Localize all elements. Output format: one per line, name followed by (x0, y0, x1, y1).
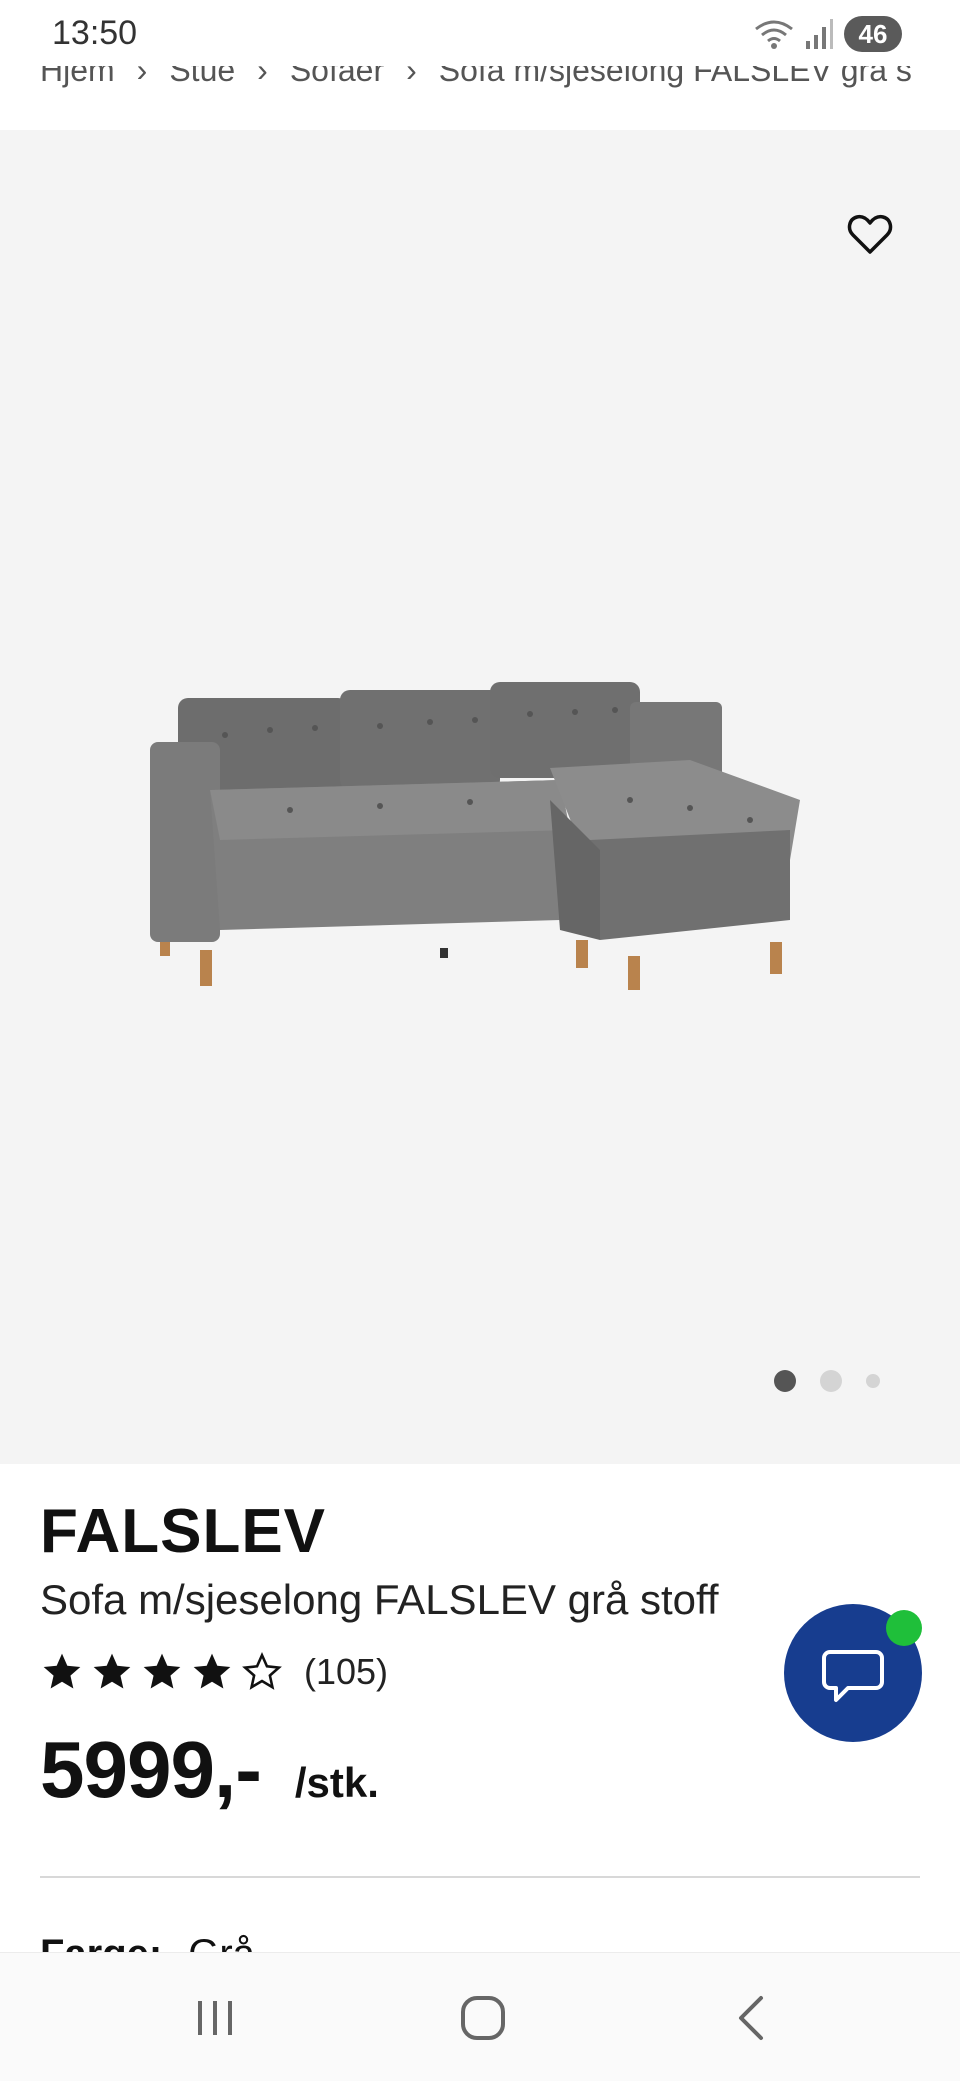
review-count[interactable]: (105) (304, 1651, 388, 1693)
status-time: 13:50 (52, 14, 138, 52)
gallery-dot[interactable] (820, 1370, 842, 1392)
battery-indicator: 46 (844, 16, 902, 52)
star-filled-icon (193, 1653, 231, 1689)
online-status-dot (886, 1610, 922, 1646)
product-image (150, 682, 800, 990)
product-brand: FALSLEV (40, 1497, 327, 1566)
star-filled-icon (93, 1653, 131, 1689)
star-filled-icon (43, 1653, 81, 1689)
star-outline-icon (242, 1651, 282, 1690)
product-image-gallery[interactable] (0, 130, 960, 1464)
signal-icon (806, 19, 833, 49)
divider (40, 1876, 920, 1878)
gallery-dot-active[interactable] (774, 1370, 796, 1392)
back-icon (739, 1996, 763, 2040)
recent-apps-button[interactable] (180, 1983, 250, 2053)
status-bar: 13:50 46 (0, 0, 960, 66)
wifi-icon (755, 20, 793, 49)
product-rating[interactable]: (105) (40, 1650, 388, 1694)
home-icon (461, 1996, 505, 2040)
star-filled-icon (143, 1653, 181, 1689)
price-unit: /stk. (294, 1759, 379, 1806)
heart-outline-icon[interactable] (846, 210, 894, 258)
gallery-pagination (774, 1370, 880, 1392)
chat-bubble-icon (822, 1650, 884, 1702)
product-price: 5999,- /stk. (40, 1724, 379, 1816)
recent-apps-icon (198, 2001, 232, 2035)
home-button[interactable] (448, 1983, 518, 2053)
system-navigation-bar (0, 1952, 960, 2081)
product-name: Sofa m/sjeselong FALSLEV grå stoff (40, 1576, 719, 1623)
price-value: 5999,- (40, 1725, 262, 1814)
gallery-dot[interactable] (866, 1374, 880, 1388)
status-icons: 46 (754, 14, 902, 54)
back-button[interactable] (716, 1983, 786, 2053)
chat-button[interactable] (784, 1604, 922, 1742)
